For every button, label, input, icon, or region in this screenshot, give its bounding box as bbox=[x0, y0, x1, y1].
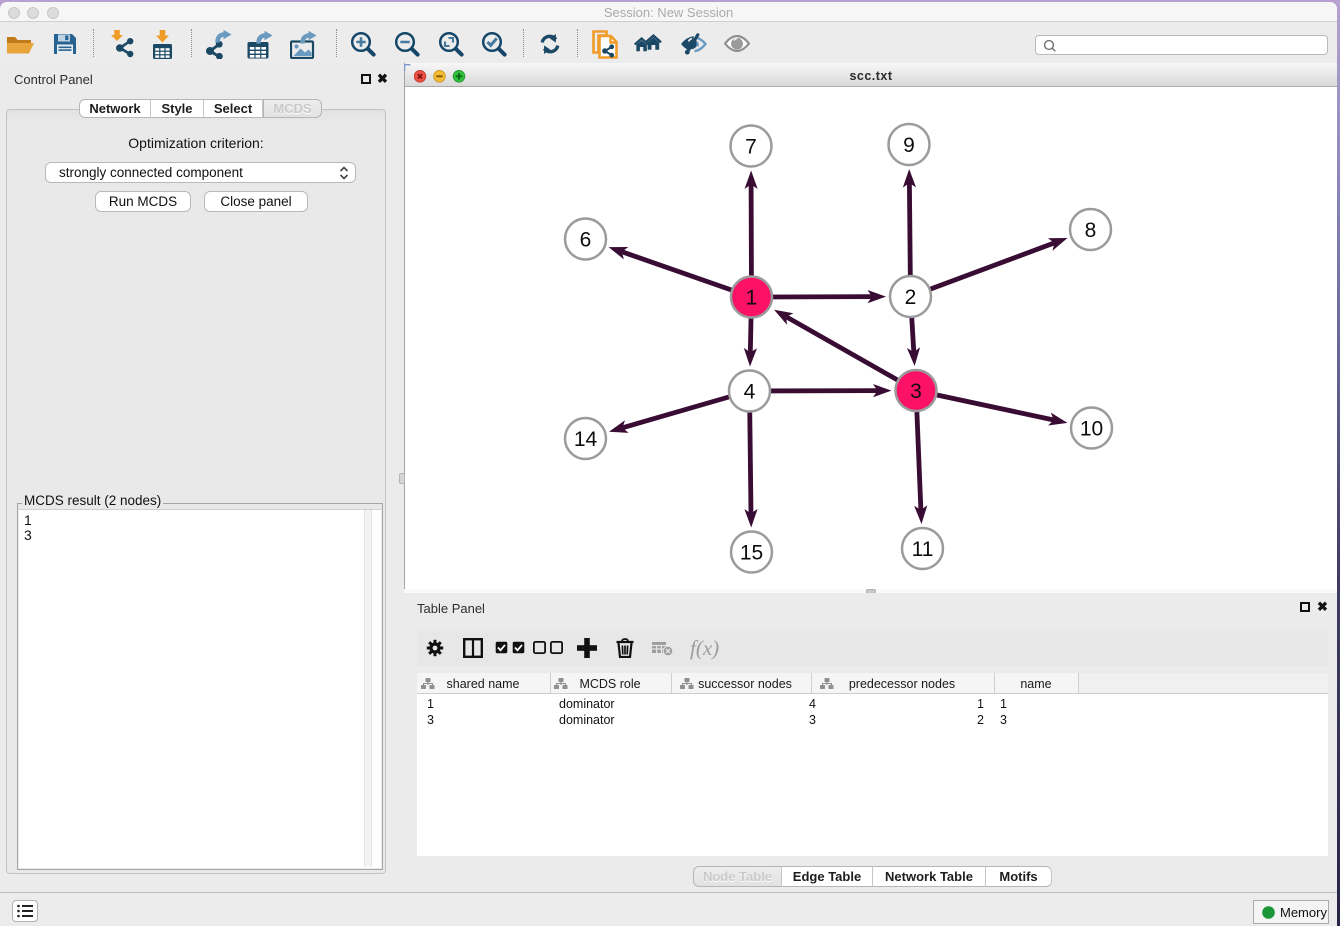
svg-text:10: 10 bbox=[1080, 418, 1103, 441]
svg-text:6: 6 bbox=[580, 229, 592, 252]
svg-text:15: 15 bbox=[740, 542, 763, 565]
svg-text:2: 2 bbox=[905, 286, 917, 309]
svg-text:4: 4 bbox=[744, 381, 756, 404]
svg-text:8: 8 bbox=[1085, 219, 1097, 242]
svg-text:1: 1 bbox=[746, 287, 758, 310]
svg-text:3: 3 bbox=[910, 380, 922, 403]
svg-text:11: 11 bbox=[912, 538, 934, 561]
svg-text:9: 9 bbox=[903, 134, 915, 157]
svg-text:14: 14 bbox=[574, 428, 598, 451]
svg-text:7: 7 bbox=[745, 136, 757, 159]
